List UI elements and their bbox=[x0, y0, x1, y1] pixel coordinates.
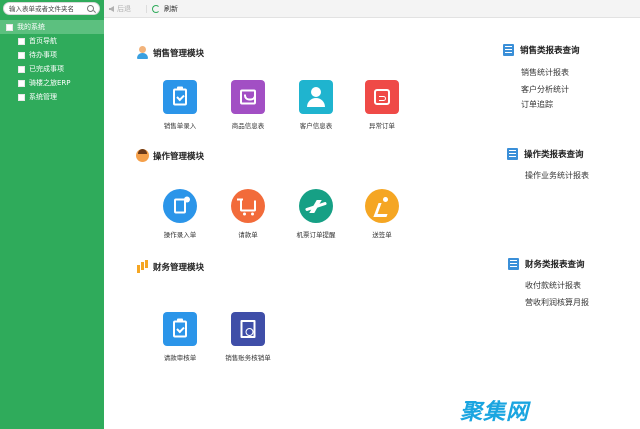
folder-icon bbox=[18, 79, 25, 87]
report-title: 操作类报表查询 bbox=[524, 150, 584, 160]
app-payment-review[interactable]: 请款审核单 bbox=[150, 312, 210, 362]
bar-chart-icon bbox=[136, 260, 149, 273]
folder-icon bbox=[6, 23, 13, 31]
tree-item-system-admin[interactable]: 系统管理 bbox=[18, 91, 57, 103]
app-payment-request[interactable]: 请款单 bbox=[218, 189, 278, 239]
app-label: 客户信息表 bbox=[299, 122, 333, 130]
runner-icon[interactable] bbox=[365, 189, 399, 223]
folder-icon bbox=[18, 51, 25, 59]
ops-report-header: 操作类报表查询 bbox=[507, 148, 584, 160]
tree-item-label: 我的系统 bbox=[17, 23, 45, 31]
app-label: 机票订单提醒 bbox=[296, 231, 336, 239]
tree-item-my-system[interactable]: 我的系统 bbox=[6, 21, 45, 33]
tree-item-label: 待办事项 bbox=[29, 51, 57, 59]
app-flight-reminder[interactable]: 机票订单提醒 bbox=[286, 189, 346, 239]
sales-report-header: 销售类报表查询 bbox=[503, 44, 580, 56]
toolbar: 后退 刷新 bbox=[104, 0, 640, 18]
app-customer-info[interactable]: 客户信息表 bbox=[286, 80, 346, 130]
finance-module-header: 财务管理模块 bbox=[136, 260, 204, 273]
back-button[interactable]: 后退 bbox=[109, 3, 131, 15]
report-title: 销售类报表查询 bbox=[520, 46, 580, 56]
app-abnormal-orders[interactable]: 异常订单 bbox=[352, 80, 412, 130]
tree-item-label: 已完成事项 bbox=[29, 65, 64, 73]
app-label: 送签单 bbox=[372, 231, 392, 239]
airplane-icon[interactable] bbox=[299, 189, 333, 223]
search-box[interactable] bbox=[3, 2, 100, 15]
door-entry-icon[interactable] bbox=[163, 189, 197, 223]
document-search-icon[interactable] bbox=[231, 312, 265, 346]
clipboard-check-icon[interactable] bbox=[163, 80, 197, 114]
module-title: 销售管理模块 bbox=[153, 48, 205, 59]
watermark-logo: 聚集网 bbox=[460, 400, 530, 425]
back-arrow-icon bbox=[109, 6, 114, 12]
tree-item-done[interactable]: 已完成事项 bbox=[18, 63, 64, 75]
cart-icon[interactable] bbox=[231, 189, 265, 223]
folder-icon bbox=[18, 93, 25, 101]
refresh-label: 刷新 bbox=[164, 5, 178, 13]
toolbar-divider bbox=[146, 5, 147, 13]
tree-item-todo[interactable]: 待办事项 bbox=[18, 49, 57, 61]
app-label: 请款审核单 bbox=[163, 354, 197, 362]
search-input[interactable] bbox=[9, 3, 85, 14]
ops-module-header: 操作管理模块 bbox=[136, 149, 204, 162]
report-title: 财务类报表查询 bbox=[525, 260, 585, 270]
report-link-payment-stats[interactable]: 收付款统计报表 bbox=[525, 280, 581, 291]
app-label: 异常订单 bbox=[369, 122, 395, 130]
report-link-ops-stats[interactable]: 操作业务统计报表 bbox=[525, 170, 589, 181]
app-ops-entry[interactable]: 操作录入单 bbox=[150, 189, 210, 239]
return-box-icon[interactable] bbox=[365, 80, 399, 114]
tree-root-row[interactable]: 我的系统 bbox=[0, 20, 104, 34]
list-icon bbox=[507, 148, 518, 160]
list-icon bbox=[508, 258, 519, 270]
tree-item-erp[interactable]: 骑楼之旅ERP bbox=[18, 77, 71, 89]
app-label: 请款单 bbox=[238, 231, 258, 239]
report-link-monthly-profit[interactable]: 营收利润核算月报 bbox=[525, 297, 589, 308]
salesperson-icon bbox=[136, 46, 149, 59]
folder-icon bbox=[18, 65, 25, 73]
app-visa-submission[interactable]: 送签单 bbox=[352, 189, 412, 239]
module-title: 操作管理模块 bbox=[153, 151, 205, 162]
app-product-info[interactable]: 商品信息表 bbox=[218, 80, 278, 130]
finance-report-header: 财务类报表查询 bbox=[508, 258, 585, 270]
app-label: 商品信息表 bbox=[231, 122, 265, 130]
shopping-bag-icon[interactable] bbox=[231, 80, 265, 114]
refresh-icon bbox=[152, 5, 160, 13]
list-icon bbox=[503, 44, 514, 56]
app-label: 销售账务核销单 bbox=[225, 354, 271, 362]
tree-item-label: 系统管理 bbox=[29, 93, 57, 101]
app-sales-order-entry[interactable]: 销售单录入 bbox=[150, 80, 210, 130]
sidebar: 我的系统 首页导航 待办事项 已完成事项 骑楼之旅ERP 系统管理 bbox=[0, 0, 104, 429]
app-sales-writeoff[interactable]: 销售账务核销单 bbox=[218, 312, 278, 362]
search-icon[interactable] bbox=[87, 5, 94, 12]
operator-avatar-icon bbox=[136, 149, 149, 162]
user-icon[interactable] bbox=[299, 80, 333, 114]
sales-module-header: 销售管理模块 bbox=[136, 46, 204, 59]
back-label: 后退 bbox=[117, 5, 131, 13]
folder-icon bbox=[18, 37, 25, 45]
report-link-sales-stats[interactable]: 销售统计报表 bbox=[521, 67, 569, 78]
report-link-customer-analysis[interactable]: 客户分析统计 bbox=[521, 84, 569, 95]
tree-item-home-nav[interactable]: 首页导航 bbox=[18, 35, 57, 47]
clipboard-check-icon[interactable] bbox=[163, 312, 197, 346]
report-link-order-tracking[interactable]: 订单追踪 bbox=[521, 99, 553, 110]
app-label: 销售单录入 bbox=[163, 122, 197, 130]
app-label: 操作录入单 bbox=[163, 231, 197, 239]
refresh-button[interactable]: 刷新 bbox=[152, 3, 178, 15]
module-title: 财务管理模块 bbox=[153, 262, 205, 273]
tree-item-label: 骑楼之旅ERP bbox=[29, 79, 71, 87]
tree-item-label: 首页导航 bbox=[29, 37, 57, 45]
